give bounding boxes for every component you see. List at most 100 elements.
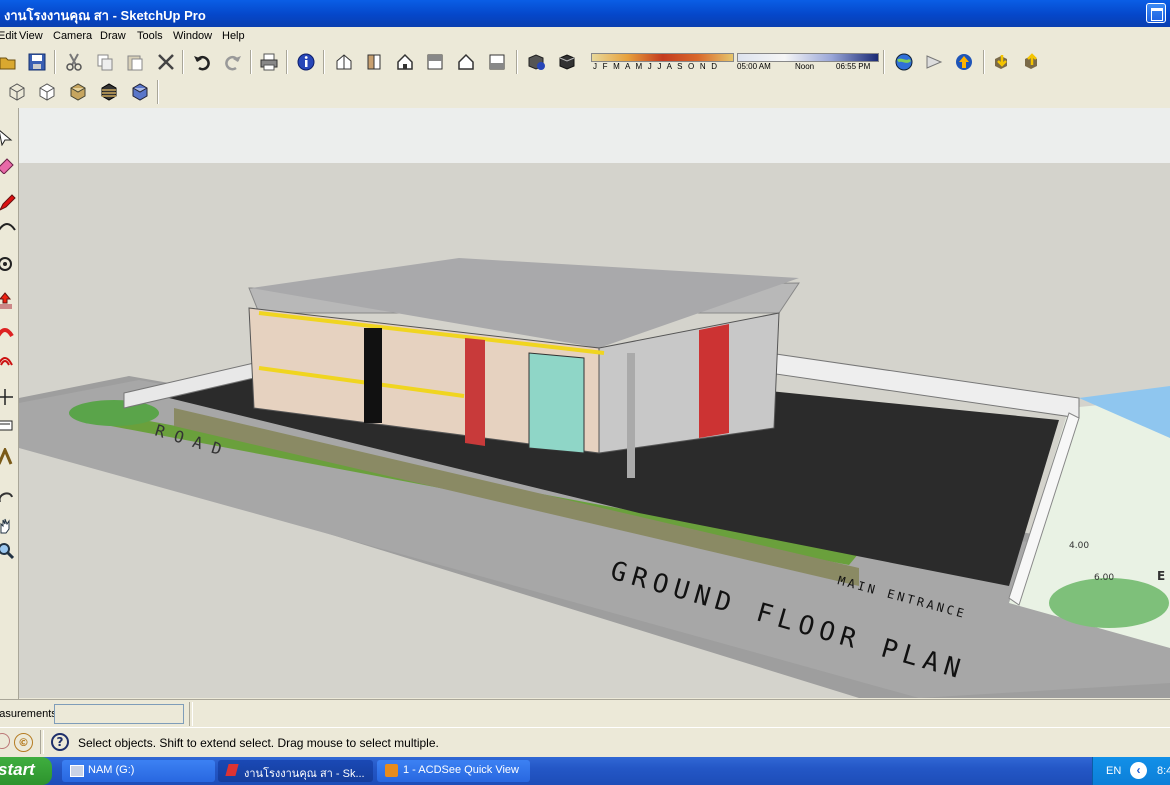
- xray-button[interactable]: [5, 80, 29, 104]
- menu-help[interactable]: Help: [222, 30, 245, 42]
- shaded-button[interactable]: [97, 80, 121, 104]
- toolbar-separator: [516, 50, 518, 74]
- toolbar-separator: [983, 50, 985, 74]
- paste-button[interactable]: [123, 50, 147, 74]
- open-icon: [0, 57, 16, 70]
- model-viewport[interactable]: ROAD GROUND FLOOR PLAN MAIN ENTRANCE 6.0…: [19, 108, 1170, 698]
- menu-draw[interactable]: Draw: [100, 30, 126, 42]
- wireframe-icon: [39, 83, 55, 101]
- task-item-acdsee[interactable]: 1 - ACDSee Quick View: [377, 760, 530, 782]
- get-models-button[interactable]: [892, 50, 916, 74]
- back-view-icon: [458, 53, 474, 70]
- select-tool[interactable]: [0, 126, 17, 148]
- cut-button[interactable]: [62, 50, 86, 74]
- shaded-with-textures-button[interactable]: [128, 80, 152, 104]
- pan-tool[interactable]: [0, 515, 17, 537]
- open-button[interactable]: [0, 50, 20, 74]
- dark-panel: [364, 328, 382, 423]
- shaded-with-textures-icon: [132, 83, 148, 101]
- front-view-icon: [397, 53, 413, 70]
- paste-icon: [127, 55, 143, 71]
- move-icon: [0, 389, 13, 405]
- task-item-drive[interactable]: NAM (G:): [62, 760, 215, 782]
- status-separator: [40, 730, 44, 754]
- save-button[interactable]: [25, 50, 49, 74]
- shadow-settings-icon: [528, 54, 545, 70]
- right-view-button[interactable]: [423, 50, 447, 74]
- rotate-tool[interactable]: [0, 253, 17, 275]
- zoom-tool[interactable]: [0, 540, 17, 562]
- display-shadows-button[interactable]: [556, 50, 580, 74]
- google-earth-icon: [956, 54, 972, 70]
- tape-measure-tool[interactable]: [0, 414, 17, 436]
- move-tool[interactable]: [0, 386, 17, 408]
- rotate-icon: [0, 257, 12, 271]
- back-view-button[interactable]: [454, 50, 478, 74]
- model-info-button[interactable]: [294, 50, 318, 74]
- menu-view[interactable]: View: [19, 30, 43, 42]
- eraser-tool[interactable]: [0, 154, 17, 176]
- status-message: Select objects. Shift to extend select. …: [78, 736, 439, 750]
- erase-button[interactable]: [154, 50, 178, 74]
- status-bar: © ? Select objects. Shift to extend sele…: [0, 727, 1170, 756]
- maximize-button[interactable]: [1146, 3, 1166, 23]
- text-tool[interactable]: [0, 446, 17, 468]
- get-current-view-button[interactable]: [990, 50, 1014, 74]
- shadow-time-end: 06:55 PM: [836, 62, 871, 71]
- windows-taskbar: start NAM (G:) งานโรงงานคุณ สา - Sk... 1…: [0, 757, 1170, 785]
- iso-view-button[interactable]: [332, 50, 356, 74]
- geo-location-icon[interactable]: [0, 733, 10, 749]
- pencil-tool[interactable]: [0, 192, 17, 214]
- title-bar: งานโรงงานคุณ สา - SketchUp Pro: [0, 0, 1170, 27]
- tray-arrow-icon[interactable]: ‹: [1130, 762, 1147, 779]
- follow-me-tool[interactable]: [0, 320, 17, 342]
- toolbar-separator: [157, 80, 159, 104]
- copy-icon: [97, 54, 113, 71]
- dimension-label-1: 6.00: [1094, 573, 1114, 583]
- left-view-button[interactable]: [485, 50, 509, 74]
- language-indicator[interactable]: EN: [1106, 765, 1121, 777]
- get-models-icon: [895, 53, 913, 71]
- toolbar-separator: [323, 50, 325, 74]
- copy-button[interactable]: [93, 50, 117, 74]
- menu-window[interactable]: Window: [173, 30, 212, 42]
- credits-icon[interactable]: ©: [14, 733, 33, 752]
- left-toolbar: [0, 108, 19, 700]
- top-view-button[interactable]: [362, 50, 386, 74]
- hidden-line-button[interactable]: [66, 80, 90, 104]
- share-model-button[interactable]: [922, 50, 946, 74]
- iso-view-icon: [336, 54, 352, 70]
- arc-tool[interactable]: [0, 216, 17, 238]
- push-pull-tool[interactable]: [0, 290, 17, 312]
- wireframe-button[interactable]: [35, 80, 59, 104]
- shadow-date-slider[interactable]: J F M A M J J A S O N D: [591, 52, 734, 74]
- offset-tool[interactable]: [0, 348, 17, 370]
- model-scene: ROAD GROUND FLOOR PLAN MAIN ENTRANCE 6.0…: [19, 108, 1170, 698]
- dimension-label-2: 4.00: [1069, 541, 1089, 551]
- sketchup-icon: [225, 764, 239, 776]
- instructor-help-icon[interactable]: ?: [51, 733, 69, 751]
- toggle-terrain-icon: [1025, 53, 1037, 69]
- measurements-input[interactable]: [54, 704, 184, 724]
- shadow-settings-button[interactable]: [525, 50, 549, 74]
- menu-edit[interactable]: Edit: [0, 30, 17, 42]
- drive-icon: [70, 765, 84, 777]
- redo-button[interactable]: [221, 50, 245, 74]
- toggle-terrain-button[interactable]: [1020, 50, 1044, 74]
- start-button[interactable]: start: [0, 757, 52, 785]
- toolbar-separator: [286, 50, 288, 74]
- print-button[interactable]: [257, 50, 281, 74]
- system-tray: EN ‹ 8:4: [1092, 757, 1170, 785]
- undo-button[interactable]: [190, 50, 214, 74]
- front-view-button[interactable]: [393, 50, 417, 74]
- task-item-sketchup[interactable]: งานโรงงานคุณ สา - Sk...: [218, 760, 373, 782]
- google-earth-button[interactable]: [952, 50, 976, 74]
- share-model-icon: [926, 55, 943, 69]
- menu-tools[interactable]: Tools: [137, 30, 163, 42]
- text-icon: [0, 448, 13, 465]
- menu-camera[interactable]: Camera: [53, 30, 92, 42]
- pan-icon: [0, 518, 10, 534]
- orbit-tool[interactable]: [0, 486, 17, 508]
- menu-bar: Edit View Camera Draw Tools Window Help: [0, 27, 1170, 46]
- shadow-time-slider[interactable]: 05:00 AM Noon 06:55 PM: [737, 52, 879, 74]
